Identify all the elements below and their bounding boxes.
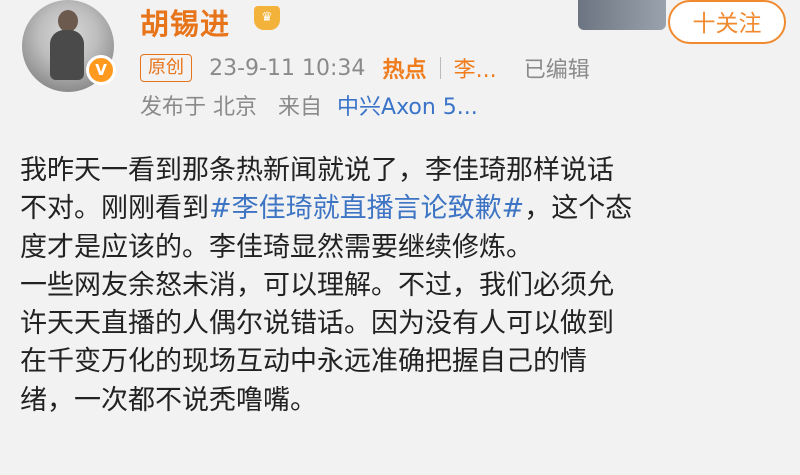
- topic-link[interactable]: 李...: [454, 52, 497, 84]
- post-line: 在千变万化的现场互动中永远准确把握自己的情: [20, 346, 587, 378]
- source-prefix: 来自: [278, 95, 323, 120]
- avatar-body: [50, 30, 84, 80]
- post-header: V 胡锡进 ♛ 十关注 原创 23-9-11 10:34 热点 李... 已编辑…: [0, 0, 800, 140]
- post-datetime: 23-9-11 10:34: [209, 55, 366, 81]
- published-location: 发布于 北京: [140, 95, 257, 120]
- avatar-head: [58, 10, 78, 32]
- post-line: 许天天直播的人偶尔说错话。因为没有人可以做到: [20, 308, 614, 340]
- post-source-row: 发布于 北京 来自 中兴Axon 5...: [140, 89, 478, 121]
- follow-button[interactable]: 十关注: [668, 0, 786, 44]
- post-text: ，这个态: [524, 193, 633, 225]
- post-line: 不对。刚刚看到#李佳琦就直播言论致歉#，这个态: [20, 190, 795, 228]
- edited-label[interactable]: 已编辑: [524, 52, 590, 84]
- hashtag-link[interactable]: #李佳琦就直播言论致歉#: [209, 193, 524, 224]
- author-name[interactable]: 胡锡进: [140, 1, 230, 43]
- verified-v-icon: V: [86, 55, 116, 85]
- post-meta-row: 原创 23-9-11 10:34 热点 李... 已编辑: [140, 52, 590, 84]
- original-badge: 原创: [140, 54, 192, 82]
- post-line: 我昨天一看到那条热新闻就说了，李佳琦那样说话: [20, 155, 614, 186]
- crown-icon: ♛: [254, 6, 280, 30]
- device-link[interactable]: 中兴Axon 5...: [337, 89, 478, 121]
- post-line: 绪，一次都不说秃噜嘴。: [20, 384, 317, 416]
- profile-banner: [578, 0, 666, 30]
- post-text: 不对。刚刚看到: [20, 193, 209, 225]
- hot-label[interactable]: 热点: [382, 52, 426, 84]
- meta-divider: [439, 57, 441, 79]
- post-line: 一些网友余怒未消，可以理解。不过，我们必须允: [20, 269, 614, 301]
- post-line: 度才是应该的。李佳琦显然需要继续修炼。: [20, 231, 533, 263]
- post-content: 我昨天一看到那条热新闻就说了，李佳琦那样说话 不对。刚刚看到#李佳琦就直播言论致…: [20, 152, 795, 420]
